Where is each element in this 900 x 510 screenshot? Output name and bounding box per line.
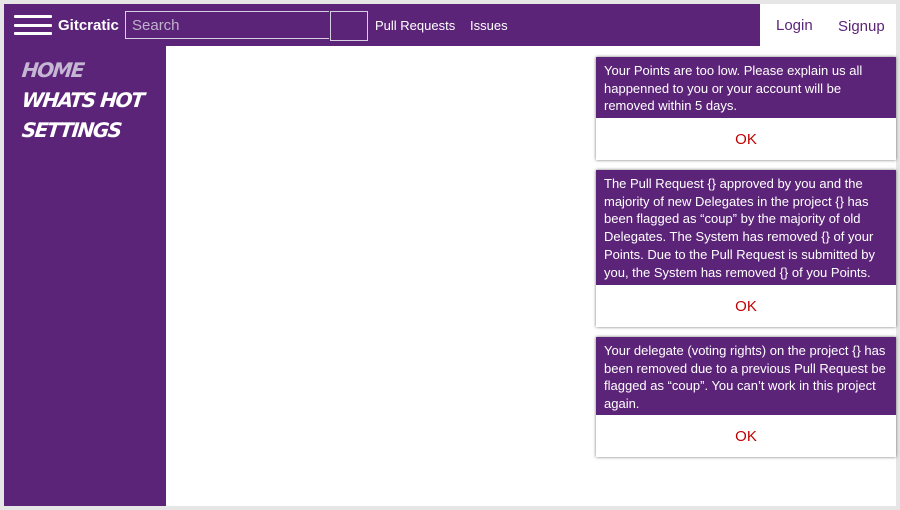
sidebar-item-whats-hot[interactable]: Whats Hot (21, 88, 145, 112)
search-input[interactable] (125, 11, 329, 39)
sidebar-item-settings[interactable]: Settings (21, 118, 122, 142)
notification-message: Your delegate (voting rights) on the pro… (596, 337, 896, 415)
notification-ok-button[interactable]: OK (596, 118, 896, 160)
sidebar-item-home[interactable]: Home (21, 58, 85, 82)
sidebar: Home Whats Hot Settings (4, 46, 166, 506)
notification-card: Your delegate (voting rights) on the pro… (596, 337, 896, 457)
notification-ok-button[interactable]: OK (596, 285, 896, 327)
notification-message: Your Points are too low. Please explain … (596, 57, 896, 118)
notification-message: The Pull Request {} approved by you and … (596, 170, 896, 285)
notification-card: The Pull Request {} approved by you and … (596, 170, 896, 327)
login-link[interactable]: Login (776, 17, 813, 34)
notification-card: Your Points are too low. Please explain … (596, 57, 896, 160)
hamburger-menu-icon[interactable] (14, 15, 52, 35)
nav-issues-link[interactable]: Issues (470, 18, 508, 33)
auth-area: Login Signup (760, 4, 896, 46)
nav-pull-requests-link[interactable]: Pull Requests (375, 18, 455, 33)
notification-ok-button[interactable]: OK (596, 415, 896, 457)
brand-logo[interactable]: Gitcratic (58, 17, 119, 34)
signup-link[interactable]: Signup (838, 18, 885, 35)
top-navbar: Gitcratic Pull Requests Issues (4, 4, 760, 46)
search-button[interactable] (330, 11, 368, 41)
